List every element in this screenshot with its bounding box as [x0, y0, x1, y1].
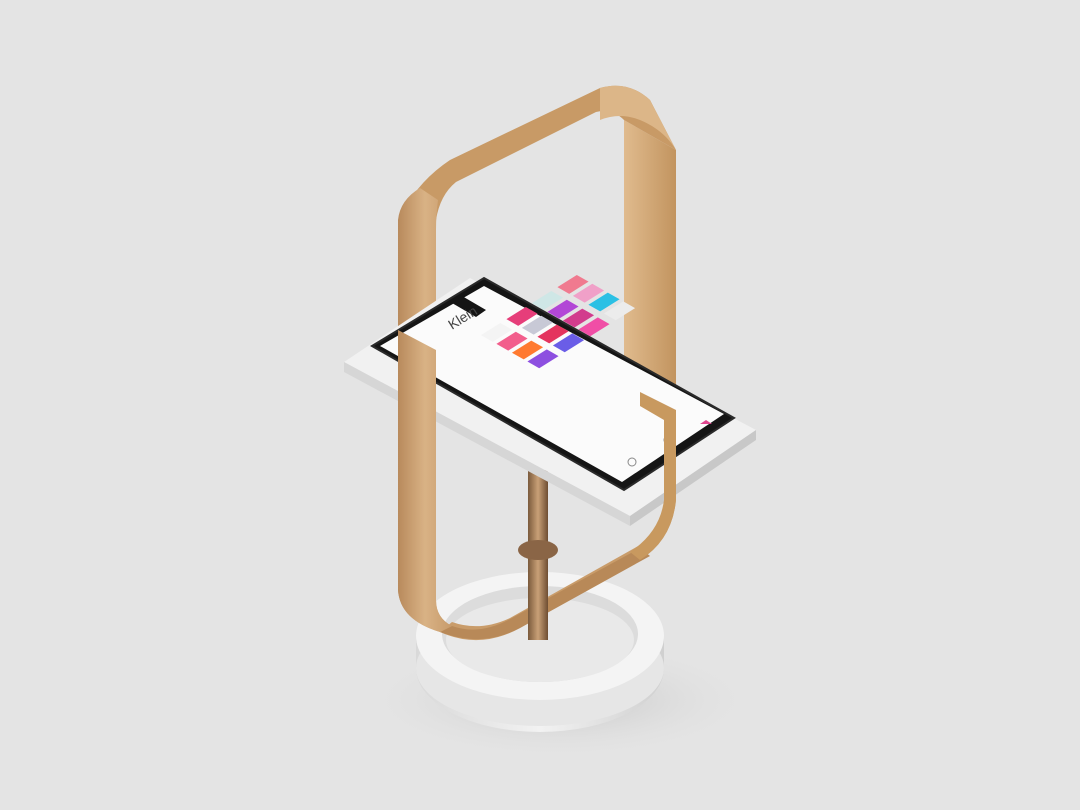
pole-collar — [518, 540, 558, 560]
photo-scene: Klein — [0, 0, 1080, 810]
